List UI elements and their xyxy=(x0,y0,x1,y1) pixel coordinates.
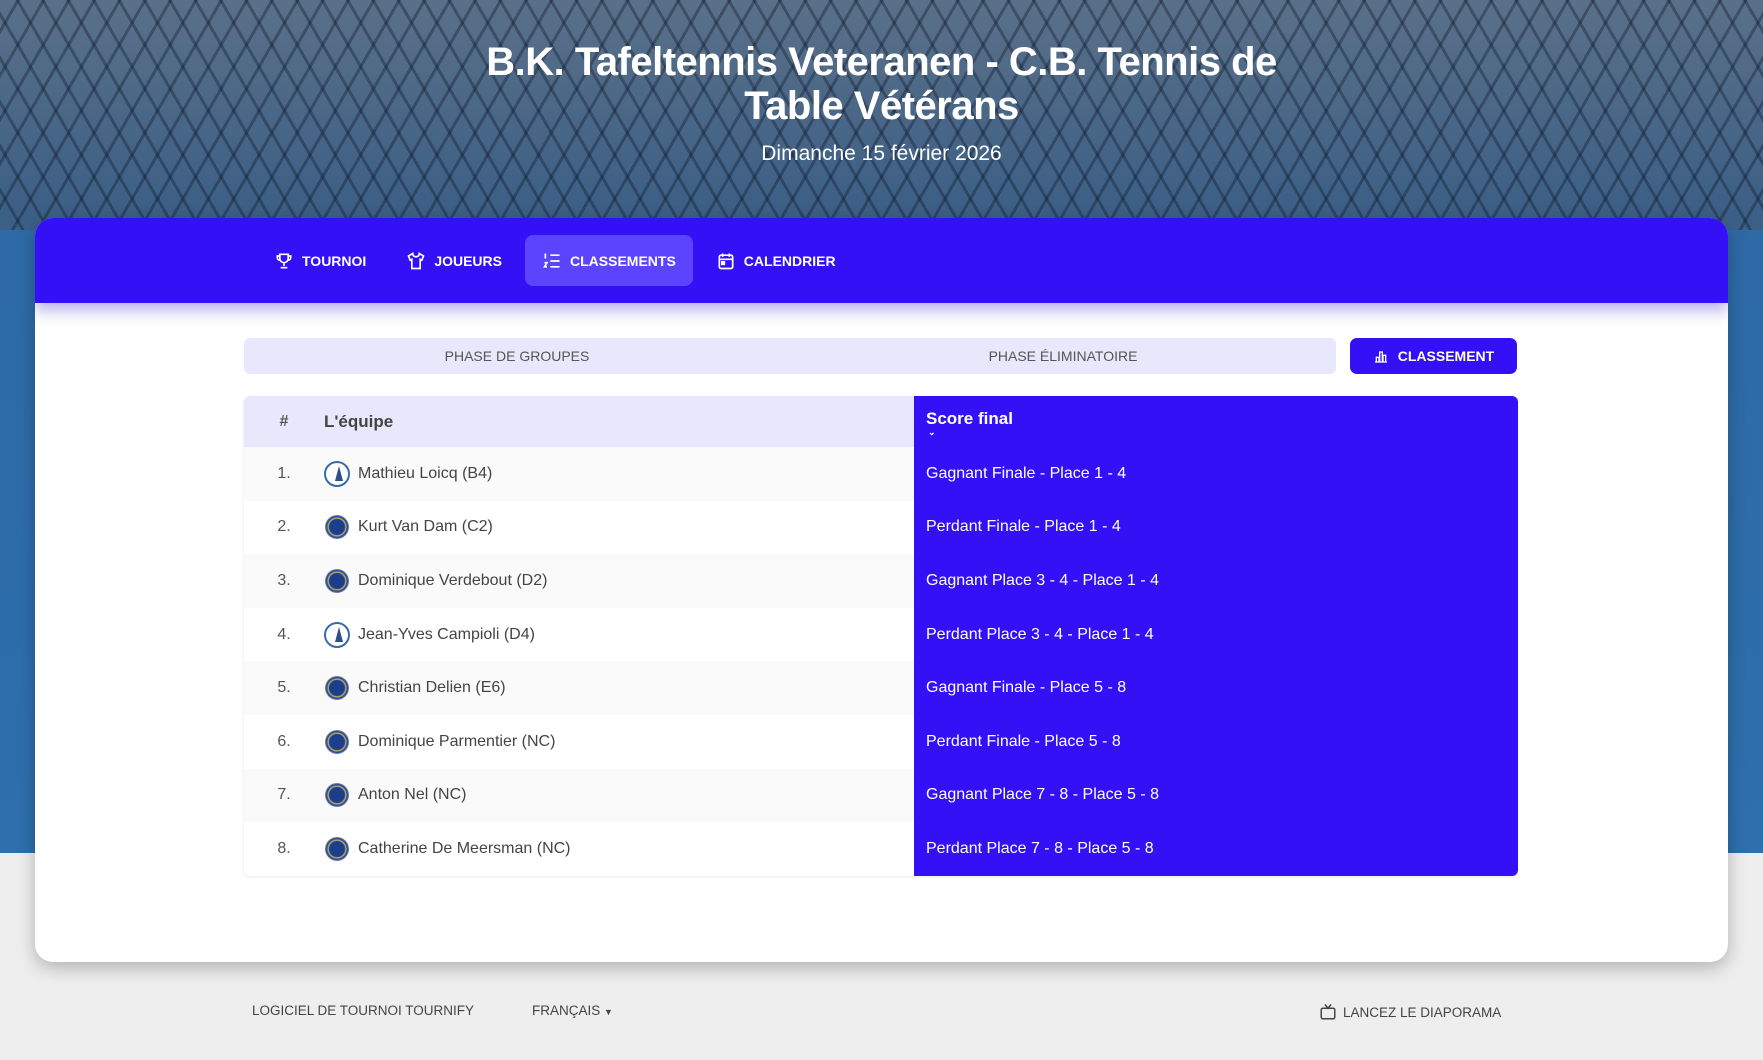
final-score: Perdant Place 7 - 8 - Place 5 - 8 xyxy=(914,822,1518,876)
table-row: 3. Dominique Verdebout (D2) Gagnant Place … xyxy=(244,554,1518,608)
slideshow-label: LANCEZ LE DIAPORAMA xyxy=(1343,1004,1502,1020)
ordered-list-icon xyxy=(543,253,560,268)
rank: 2. xyxy=(277,518,291,536)
table-header: # L'équipe Score final ⌄ xyxy=(244,396,1518,447)
team-name[interactable]: Anton Nel (NC) xyxy=(358,786,466,804)
calendar-icon xyxy=(718,253,734,269)
phase-tabs: PHASE DE GROUPES PHASE ÉLIMINATOIRE xyxy=(244,338,1336,374)
score-header-label: Score final xyxy=(926,408,1013,428)
event-date: Dimanche 15 février 2026 xyxy=(761,142,1002,165)
tab-label: CLASSEMENTS xyxy=(570,252,676,269)
final-score: Gagnant Finale - Place 1 - 4 xyxy=(914,447,1518,501)
rank: 3. xyxy=(277,571,291,589)
club-logo-icon xyxy=(324,460,350,487)
tab-label: TOURNOI xyxy=(302,252,367,269)
language-selector[interactable]: FRANÇAIS ▼ xyxy=(532,1003,613,1018)
club-logo-icon xyxy=(325,783,349,808)
main-card: TOURNOI JOUEURS CLASSEMENTS CALENDRIER P… xyxy=(35,218,1728,962)
team-name[interactable]: Dominique Parmentier (NC) xyxy=(358,733,555,751)
language-label: FRANÇAIS xyxy=(532,1003,601,1018)
table-row: 1. Mathieu Loicq (B4) Gagnant Finale - Pla… xyxy=(244,447,1518,501)
table-row: 2. Kurt Van Dam (C2) Perdant Finale - Plac… xyxy=(244,500,1518,555)
table-row: 7. Anton Nel (NC) Gagnant Place 7 - 8 - Pl… xyxy=(244,768,1518,823)
rank: 1. xyxy=(277,464,291,482)
table-row: 4. Jean-Yves Campioli (D4) Perdant Place 3… xyxy=(244,607,1518,662)
club-logo-icon xyxy=(325,676,349,701)
rank: 5. xyxy=(277,679,291,697)
team-name[interactable]: Mathieu Loicq (B4) xyxy=(358,465,492,483)
club-logo-icon xyxy=(325,568,349,593)
final-score: Perdant Finale - Place 5 - 8 xyxy=(914,714,1518,769)
caret-down-icon: ▼ xyxy=(604,1007,613,1017)
tab-phase-groupes[interactable]: PHASE DE GROUPES xyxy=(244,338,790,374)
page-title: B.K. Tafeltennis Veteranen - C.B. Tennis… xyxy=(486,40,1277,128)
final-score: Gagnant Place 3 - 4 - Place 1 - 4 xyxy=(914,554,1518,608)
ranking-table: # L'équipe Score final ⌄ 1. Mathieu Loicq (… xyxy=(244,396,1518,876)
tab-label: JOUEURS xyxy=(434,252,502,269)
rank: 6. xyxy=(277,732,291,750)
page-header: B.K. Tafeltennis Veteranen - C.B. Tennis… xyxy=(0,40,1763,166)
tab-joueurs[interactable]: JOUEURS xyxy=(389,235,519,286)
rank: 4. xyxy=(277,625,291,643)
final-score: Gagnant Finale - Place 5 - 8 xyxy=(914,661,1518,715)
club-logo-icon xyxy=(325,729,349,754)
table-row: 5. Christian Delien (E6) Gagnant Finale - … xyxy=(244,661,1518,715)
tab-phase-eliminatoire[interactable]: PHASE ÉLIMINATOIRE xyxy=(790,338,1336,374)
shirt-icon xyxy=(407,251,425,269)
table-row: 8. Catherine De Meersman (NC) Perdant Plac… xyxy=(244,822,1518,876)
team-header: L'équipe xyxy=(324,411,394,431)
tab-tournoi[interactable]: TOURNOI xyxy=(257,235,383,286)
rank: 8. xyxy=(277,839,291,857)
classement-button-label: CLASSEMENT xyxy=(1397,348,1495,364)
club-logo-icon xyxy=(325,836,349,861)
footer-software-link[interactable]: LOGICIEL DE TOURNOI TOURNIFY xyxy=(252,1003,474,1018)
club-logo-icon xyxy=(325,515,349,540)
team-name[interactable]: Jean-Yves Campioli (D4) xyxy=(358,626,535,644)
sort-chevron-icon: ⌄ xyxy=(928,426,936,437)
trophy-icon xyxy=(276,253,292,268)
team-name[interactable]: Catherine De Meersman (NC) xyxy=(358,840,571,858)
tab-calendrier[interactable]: CALENDRIER xyxy=(699,235,853,286)
rank-header: # xyxy=(279,412,289,430)
tab-label: CALENDRIER xyxy=(743,252,836,269)
table-row: 6. Dominique Parmentier (NC) Perdant Final… xyxy=(244,714,1518,769)
final-score: Perdant Place 3 - 4 - Place 1 - 4 xyxy=(914,607,1518,662)
tv-icon xyxy=(1320,1004,1336,1020)
slideshow-button[interactable]: LANCEZ LE DIAPORAMA xyxy=(1319,1003,1501,1021)
club-logo-icon xyxy=(324,621,350,648)
final-score: Gagnant Place 7 - 8 - Place 5 - 8 xyxy=(914,768,1518,823)
rank: 7. xyxy=(277,786,291,804)
score-header[interactable]: Score final ⌄ xyxy=(914,396,1518,447)
team-name[interactable]: Dominique Verdebout (D2) xyxy=(358,572,547,590)
classement-button[interactable]: CLASSEMENT xyxy=(1350,338,1517,374)
tab-classements[interactable]: CLASSEMENTS xyxy=(525,235,693,286)
final-score: Perdant Finale - Place 1 - 4 xyxy=(914,500,1518,555)
bar-chart-icon xyxy=(1374,351,1387,363)
team-name[interactable]: Kurt Van Dam (C2) xyxy=(358,518,493,536)
main-nav: TOURNOI JOUEURS CLASSEMENTS CALENDRIER xyxy=(35,218,1728,303)
team-name[interactable]: Christian Delien (E6) xyxy=(358,679,506,697)
